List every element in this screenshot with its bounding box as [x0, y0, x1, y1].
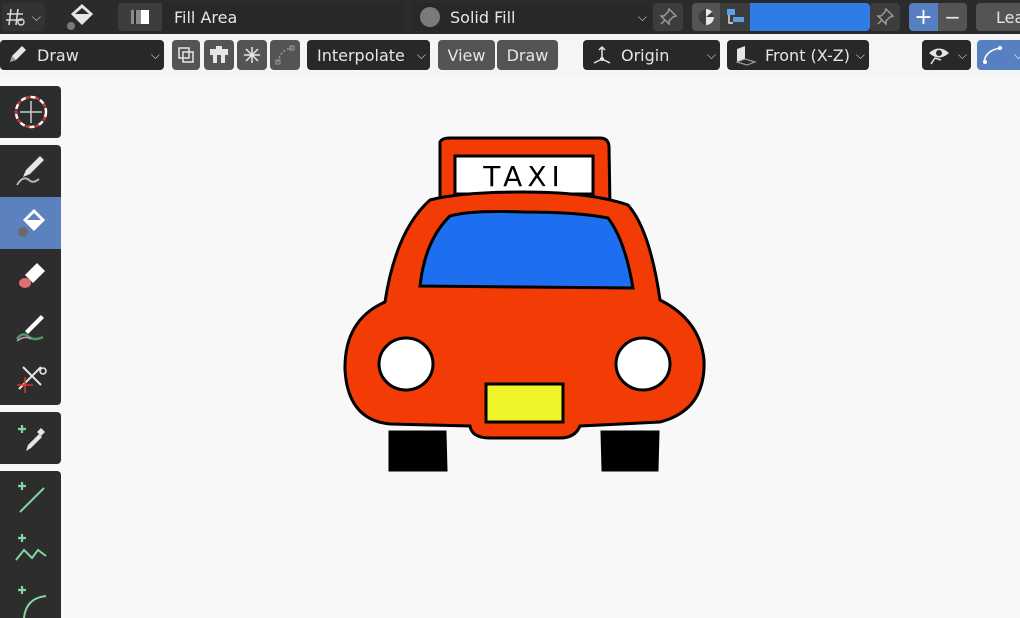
fill-mode-label: Solid Fill	[450, 7, 516, 27]
gizmo-dropdown[interactable]: ⌵	[977, 40, 1020, 70]
scissors-icon	[16, 366, 47, 393]
brush-fill-icon[interactable]	[60, 1, 100, 33]
draw-tool[interactable]	[0, 145, 61, 197]
brush-icon	[15, 315, 44, 342]
fill-mode-dropdown[interactable]: Solid Fill ⌵	[413, 3, 651, 31]
multiframe-button[interactable]	[172, 40, 200, 70]
right-headlight	[614, 336, 672, 392]
toolbar-group-primitives	[0, 471, 61, 618]
freeze-button[interactable]	[237, 40, 267, 70]
taxi-drawing: TAXI	[343, 136, 706, 472]
line-icon	[17, 482, 45, 513]
draw-label: Draw	[506, 45, 549, 65]
line-tool[interactable]	[0, 471, 61, 523]
chevron-down-icon: ⌵	[855, 47, 865, 62]
toolbar-group-cursor	[0, 86, 61, 138]
eyedropper-icon	[17, 425, 45, 451]
origin-icon	[591, 44, 613, 66]
toolbar-group-paint	[0, 145, 61, 405]
left-wheel	[388, 430, 448, 472]
view-label: View	[447, 45, 486, 65]
layer-icon-button[interactable]	[720, 3, 750, 31]
cutter-tool[interactable]	[0, 353, 61, 405]
eye-icon	[927, 44, 951, 66]
origin-dropdown[interactable]: Origin ⌵	[583, 40, 720, 70]
taxi-sign-text: TAXI	[482, 160, 565, 193]
cursor-tool[interactable]	[0, 86, 61, 138]
editor-type-button[interactable]: ⌵	[2, 3, 45, 31]
chevron-down-icon: ⌵	[31, 9, 41, 24]
left-headlight	[377, 336, 435, 392]
mode-dropdown[interactable]: Draw ⌵	[0, 40, 164, 70]
interpolate-label: Interpolate	[317, 45, 405, 65]
interpolate-dropdown[interactable]: Interpolate ⌵	[307, 40, 430, 70]
leave-label: Lea	[996, 7, 1020, 27]
curve-icon	[275, 45, 295, 65]
header-bar: ⌵ Fill Area Solid Fill ⌵ + − Lea	[0, 0, 1020, 34]
grid-icon	[2, 7, 30, 27]
arc-icon	[17, 586, 46, 618]
curve-edit-button[interactable]	[270, 40, 300, 70]
tint-tool[interactable]	[0, 301, 61, 353]
view-plane-dropdown[interactable]: Front (X-Z) ⌵	[727, 40, 869, 70]
node-tree-icon	[727, 9, 744, 24]
chevron-down-icon: ⌵	[637, 9, 647, 24]
chevron-down-icon: ⌵	[706, 47, 716, 62]
pin-icon	[876, 7, 895, 26]
plane-icon	[733, 44, 757, 66]
pin-button-2[interactable]	[870, 3, 900, 31]
layer-name-field[interactable]	[750, 3, 870, 31]
windshield	[418, 210, 635, 290]
shading-icon	[698, 9, 714, 25]
chevron-down-icon: ⌵	[150, 47, 160, 62]
pencil-icon	[15, 156, 44, 186]
mode-label: Draw	[37, 45, 79, 65]
viewport-shading-button[interactable]	[692, 3, 720, 31]
origin-label: Origin	[621, 45, 670, 65]
add-button[interactable]: +	[909, 3, 938, 31]
snowflake-icon	[244, 47, 260, 63]
view-plane-label: Front (X-Z)	[765, 45, 850, 65]
minus-label: −	[944, 5, 961, 29]
eraser-icon	[18, 263, 45, 288]
gizmo-icon	[981, 44, 1005, 66]
pin-button[interactable]	[653, 3, 683, 31]
leave-button[interactable]: Lea	[976, 3, 1020, 31]
material-field[interactable]: Fill Area	[118, 3, 404, 31]
draw-menu-button[interactable]: Draw	[497, 40, 558, 70]
toolbar-group-eyedropper	[0, 412, 61, 464]
polyline-icon	[14, 534, 47, 561]
arc-tool[interactable]	[0, 575, 61, 618]
layers-icon	[210, 46, 228, 63]
autolock-button[interactable]	[204, 40, 234, 70]
solid-fill-icon	[420, 7, 440, 27]
visibility-dropdown[interactable]: ⌵	[922, 40, 971, 70]
chevron-down-icon: ⌵	[1013, 47, 1020, 62]
eyedropper-tool[interactable]	[0, 412, 61, 464]
fill-tool[interactable]	[0, 197, 61, 249]
pencil-icon	[6, 44, 28, 66]
pin-icon	[659, 7, 678, 26]
plus-label: +	[914, 4, 933, 30]
bucket-icon	[17, 208, 45, 237]
polyline-tool[interactable]	[0, 523, 61, 575]
material-preview-icon	[118, 3, 162, 31]
chevron-down-icon: ⌵	[957, 47, 967, 62]
chevron-down-icon: ⌵	[416, 47, 426, 62]
view-menu-button[interactable]: View	[438, 40, 495, 70]
material-name: Fill Area	[174, 7, 238, 27]
remove-button[interactable]: −	[938, 3, 967, 31]
tool-settings-bar: Draw ⌵ Interpolate ⌵ View Draw Origin ⌵ …	[0, 34, 1020, 76]
multiframe-icon	[178, 47, 194, 63]
cursor-icon	[14, 95, 47, 129]
right-wheel	[600, 430, 660, 472]
license-plate	[484, 382, 565, 424]
erase-tool[interactable]	[0, 249, 61, 301]
